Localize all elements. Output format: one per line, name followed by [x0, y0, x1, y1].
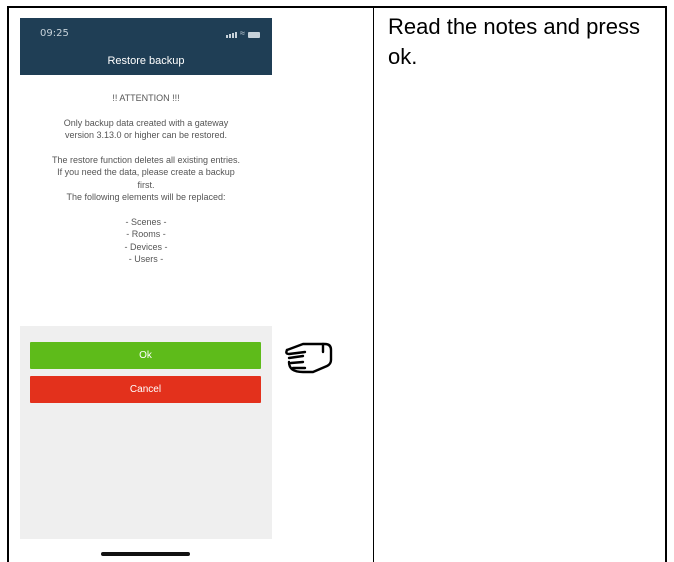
notice-line: The following elements will be replaced: [66, 192, 226, 202]
notice-line: If you need the data, please create a ba… [57, 167, 235, 177]
ok-button[interactable]: Ok [30, 342, 261, 369]
replaced-item: - Scenes - [125, 216, 167, 227]
frame-top-border [7, 6, 667, 8]
frame-left-border [7, 6, 9, 562]
notice-line: version 3.13.0 or higher can be restored… [64, 130, 228, 140]
frame-column-divider [373, 6, 374, 562]
replaced-item: - Devices - [124, 241, 168, 252]
home-indicator [101, 552, 190, 556]
app-header: 09:25 ≈ Restore backup [20, 18, 272, 75]
phone-screenshot: 09:25 ≈ Restore backup !! ATTENTION !!! … [20, 18, 272, 562]
signal-icon [226, 32, 238, 38]
attention-heading: !! ATTENTION !!! [112, 93, 180, 103]
pointing-hand-icon [285, 342, 333, 374]
replaced-item: - Rooms - [126, 229, 166, 239]
wifi-icon: ≈ [240, 28, 245, 38]
instruction-text: Read the notes and press ok. [388, 14, 640, 69]
notice-line: The restore function deletes all existin… [51, 154, 241, 165]
status-icons: ≈ [226, 29, 260, 38]
status-time: 09:25 [40, 28, 69, 39]
frame-right-border [665, 6, 667, 562]
page-title: Restore backup [107, 55, 185, 67]
battery-icon [248, 32, 260, 38]
notice-line: first. [137, 179, 155, 190]
replaced-item: - Users - [128, 254, 164, 264]
notice-line: Only backup data created with a gateway [63, 117, 229, 128]
action-panel: Ok Cancel [20, 326, 272, 539]
cancel-button[interactable]: Cancel [30, 376, 261, 403]
notice-text: !! ATTENTION !!! Only backup data create… [20, 92, 272, 266]
